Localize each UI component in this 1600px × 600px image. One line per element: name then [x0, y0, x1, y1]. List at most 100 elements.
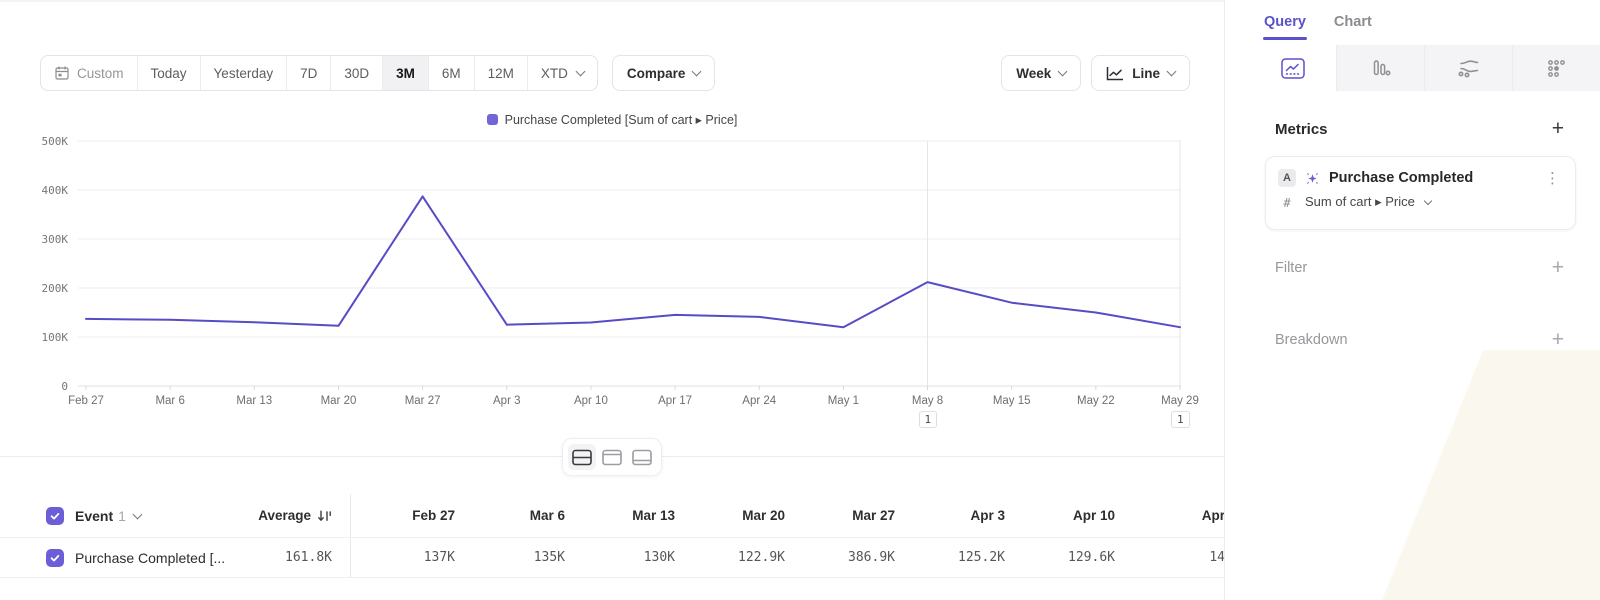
range-12m[interactable]: 12M: [474, 56, 527, 90]
metric-property-label: Sum of cart ▸ Price: [1305, 194, 1415, 210]
svg-text:Apr 3: Apr 3: [493, 395, 521, 407]
chart-only-view-button[interactable]: [598, 444, 626, 470]
bar-chart-type-button[interactable]: [1336, 45, 1424, 91]
range-xtd[interactable]: XTD: [527, 56, 597, 90]
svg-text:May 1: May 1: [828, 395, 859, 407]
range-custom[interactable]: Custom: [41, 56, 137, 90]
svg-text:Mar 20: Mar 20: [321, 395, 357, 407]
range-yesterday[interactable]: Yesterday: [200, 56, 287, 90]
split-view-icon: [572, 449, 592, 466]
svg-text:100K: 100K: [42, 331, 69, 344]
metric-row-name-cell[interactable]: Purchase Completed [...: [0, 549, 232, 567]
date-column-header: Apr 3: [901, 508, 1011, 523]
date-column-header: Mar 20: [681, 508, 791, 523]
check-icon: [49, 552, 61, 564]
metric-options-button[interactable]: ⋮: [1542, 169, 1563, 187]
annotation-badge[interactable]: 1: [1171, 411, 1190, 428]
date-column-header: Mar 27: [791, 508, 901, 523]
metric-card[interactable]: A Purchase Completed ⋮ # Sum of cart ▸ P…: [1265, 156, 1576, 230]
svg-text:May 8: May 8: [912, 395, 943, 407]
range-3m[interactable]: 3M: [382, 56, 428, 90]
add-filter-button[interactable]: +: [1550, 259, 1566, 277]
range-7d[interactable]: 7D: [286, 56, 330, 90]
query-panel: Query Chart: [1224, 0, 1600, 600]
breakdown-section-header: Breakdown +: [1275, 331, 1566, 349]
svg-text:Mar 27: Mar 27: [405, 395, 441, 407]
range-6m[interactable]: 6M: [428, 56, 474, 90]
metric-card-row: A Purchase Completed ⋮: [1266, 157, 1575, 187]
calendar-icon: [54, 65, 70, 81]
date-column-headers: Feb 27Mar 6Mar 13Mar 20Mar 27Apr 3Apr 10…: [350, 494, 1225, 537]
value-cell: 129.6K: [1011, 550, 1121, 565]
svg-text:400K: 400K: [42, 184, 69, 197]
svg-text:Apr 24: Apr 24: [742, 395, 776, 407]
row-metric-name: Purchase Completed [...: [75, 550, 225, 566]
analytics-report-view: CustomTodayYesterday7D30D3M6M12MXTD Comp…: [0, 0, 1600, 600]
value-cell: 14: [1121, 550, 1225, 565]
date-column-header: Apr: [1121, 508, 1225, 523]
svg-text:May 15: May 15: [993, 395, 1031, 407]
date-value-cells: 137K135K130K122.9K386.9K125.2K129.6K14: [350, 538, 1225, 577]
line-chart[interactable]: 0100K200K300K400K500KFeb 27Mar 6Mar 13Ma…: [0, 130, 1224, 435]
table-only-view-button[interactable]: [628, 444, 656, 470]
view-toggle-group: [562, 438, 662, 476]
series-label: Purchase Completed [Sum of cart ▸ Price]: [505, 112, 738, 127]
filter-section-header: Filter +: [1275, 259, 1566, 277]
date-column-header: Feb 27: [351, 508, 461, 523]
add-breakdown-button[interactable]: +: [1550, 331, 1566, 349]
retention-chart-type-button[interactable]: [1512, 45, 1600, 91]
results-table: Event 1 Average: [0, 494, 1224, 578]
chevron-down-icon: [1167, 67, 1177, 77]
value-cell: 386.9K: [791, 550, 901, 565]
add-metric-button[interactable]: +: [1550, 120, 1566, 138]
chevron-down-icon: [575, 67, 585, 77]
range-30d[interactable]: 30D: [330, 56, 382, 90]
chart-legend[interactable]: Purchase Completed [Sum of cart ▸ Price]: [0, 112, 1224, 127]
svg-text:300K: 300K: [42, 233, 69, 246]
value-cell: 137K: [351, 550, 461, 565]
average-header-cell: Average: [232, 508, 332, 523]
range-today[interactable]: Today: [137, 56, 200, 90]
chevron-down-icon: [132, 509, 142, 519]
sort-icon[interactable]: [317, 509, 332, 523]
metric-letter-badge: A: [1278, 169, 1296, 187]
row-checkbox[interactable]: [46, 549, 64, 567]
value-cell: 122.9K: [681, 550, 791, 565]
svg-text:May 22: May 22: [1077, 395, 1115, 407]
table-header-row: Event 1 Average: [0, 494, 1224, 538]
svg-text:500K: 500K: [42, 135, 69, 148]
split-view-button[interactable]: [568, 444, 596, 470]
event-checkbox[interactable]: [46, 507, 64, 525]
svg-text:Apr 10: Apr 10: [574, 395, 608, 407]
chart-type-switcher: [1249, 45, 1600, 91]
chevron-down-icon: [1058, 67, 1068, 77]
metric-name: Purchase Completed: [1329, 170, 1533, 186]
value-cell: 130K: [571, 550, 681, 565]
tab-query[interactable]: Query: [1263, 8, 1307, 40]
insights-chart-type-button[interactable]: [1249, 45, 1336, 91]
insights-line-icon: [1281, 58, 1305, 79]
bottom-panel-icon: [632, 449, 652, 466]
event-selector[interactable]: Event 1: [75, 508, 141, 524]
granularity-button[interactable]: Week: [1001, 55, 1081, 91]
compare-button[interactable]: Compare: [612, 55, 716, 91]
tab-chart[interactable]: Chart: [1333, 8, 1373, 40]
event-sparkle-icon: [1305, 171, 1320, 186]
flows-chart-type-button[interactable]: [1424, 45, 1512, 91]
metric-property-selector[interactable]: # Sum of cart ▸ Price: [1266, 187, 1575, 210]
panel-tabs: Query Chart: [1263, 8, 1373, 40]
table-row[interactable]: Purchase Completed [... 161.8K 137K135K1…: [0, 538, 1224, 578]
value-cell: 135K: [461, 550, 571, 565]
bar-chart-icon: [1370, 58, 1391, 78]
report-main: CustomTodayYesterday7D30D3M6M12MXTD Comp…: [0, 0, 1224, 600]
chart-type-button[interactable]: Line: [1091, 55, 1190, 91]
svg-text:0: 0: [61, 380, 68, 393]
date-column-header: Mar 13: [571, 508, 681, 523]
line-chart-canvas: 0100K200K300K400K500KFeb 27Mar 6Mar 13Ma…: [0, 130, 1224, 420]
chart-toolbar: CustomTodayYesterday7D30D3M6M12MXTD Comp…: [40, 55, 1190, 91]
average-value-cell: 161.8K: [232, 550, 332, 565]
check-icon: [49, 510, 61, 522]
date-column-header: Apr 10: [1011, 508, 1121, 523]
event-header-cell: Event 1: [0, 507, 232, 525]
annotation-badge[interactable]: 1: [919, 411, 938, 428]
